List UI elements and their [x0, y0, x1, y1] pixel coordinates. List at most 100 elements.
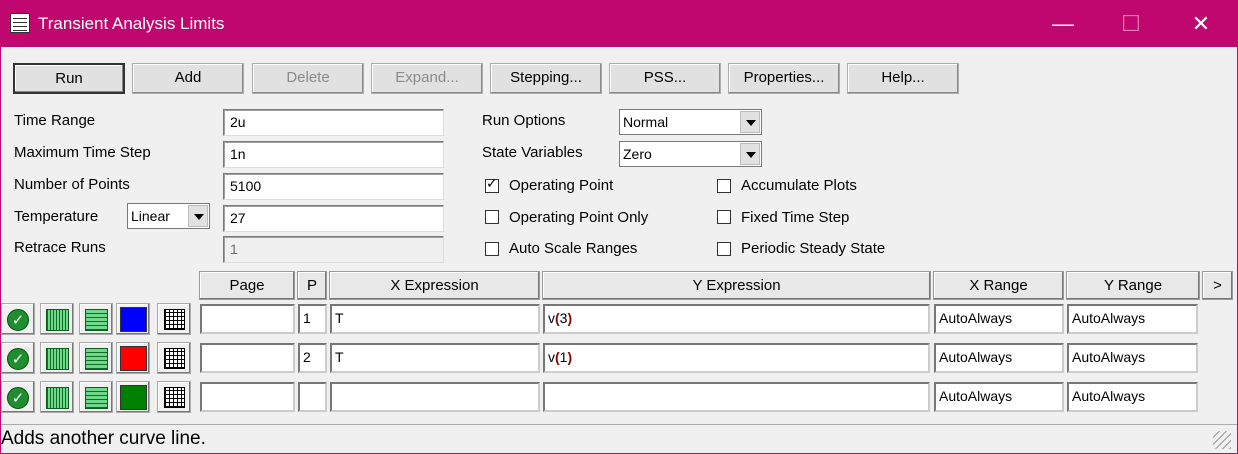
resize-grip-icon[interactable]	[1213, 431, 1231, 449]
time-range-label: Time Range	[14, 112, 96, 129]
row-1-y-expression-cell[interactable]: v(3)	[543, 304, 930, 334]
color-swatch	[120, 385, 147, 410]
properties-button[interactable]: Properties...	[728, 63, 840, 94]
row-3-x-range-cell[interactable]: AutoAlways	[934, 382, 1064, 412]
temperature-mode-value: Linear	[131, 208, 170, 224]
temperature-mode-select[interactable]: Linear	[127, 203, 210, 229]
y-function: v	[548, 349, 555, 365]
row-2-y-expression-cell[interactable]: v(1)	[543, 343, 930, 373]
row-2-page-cell[interactable]	[200, 343, 295, 373]
num-points-input[interactable]: 5100	[223, 173, 444, 200]
pss-button[interactable]: PSS...	[609, 63, 721, 94]
row-3-y-expression-cell[interactable]	[543, 382, 930, 412]
row-1-y-range-cell[interactable]: AutoAlways	[1067, 304, 1198, 334]
table-row-1-hgrid[interactable]	[79, 303, 113, 335]
color-swatch	[120, 346, 147, 371]
table-row-3-vgrid[interactable]	[40, 381, 74, 413]
header-x-expression[interactable]: X Expression	[329, 271, 540, 300]
operating-point-only-label[interactable]: Operating Point Only	[509, 209, 648, 226]
header-y-range[interactable]: Y Range	[1066, 271, 1200, 300]
row-1-x-range-cell[interactable]: AutoAlways	[934, 304, 1064, 334]
horizontal-grid-icon	[85, 387, 108, 409]
auto-scale-ranges-checkbox[interactable]	[485, 242, 499, 256]
minimize-icon[interactable]: —	[1040, 8, 1086, 40]
table-row-2-enable[interactable]: ✓	[1, 342, 35, 374]
add-button[interactable]: Add	[132, 63, 244, 94]
operating-point-only-checkbox[interactable]	[485, 210, 499, 224]
row-3-y-range-cell[interactable]: AutoAlways	[1067, 382, 1198, 412]
status-text: Adds another curve line.	[1, 428, 206, 449]
table-row-1-vgrid[interactable]	[40, 303, 74, 335]
window-title: Transient Analysis Limits	[38, 14, 225, 33]
table-row-3-table[interactable]	[157, 381, 191, 413]
header-x-range[interactable]: X Range	[933, 271, 1064, 300]
num-points-label: Number of Points	[14, 176, 130, 193]
operating-point-label[interactable]: Operating Point	[509, 177, 613, 194]
state-variables-label: State Variables	[482, 144, 583, 161]
header-p[interactable]: P	[297, 271, 327, 300]
retrace-runs-input[interactable]: 1	[223, 236, 444, 263]
row-3-page-cell[interactable]	[200, 382, 295, 412]
row-1-x-expression-cell[interactable]: T	[330, 304, 540, 334]
maximize-icon[interactable]: ☐	[1108, 8, 1154, 40]
fixed-time-step-label[interactable]: Fixed Time Step	[741, 209, 849, 226]
max-time-step-input[interactable]: 1n	[223, 141, 444, 168]
delete-button[interactable]: Delete	[252, 63, 364, 94]
run-options-select[interactable]: Normal	[619, 109, 762, 135]
header-y-expression[interactable]: Y Expression	[542, 271, 931, 300]
row-3-x-expression-cell[interactable]	[330, 382, 540, 412]
table-icon	[164, 387, 185, 408]
title-bar[interactable]: Transient Analysis Limits — ☐ ✕	[0, 0, 1238, 47]
vertical-grid-icon	[46, 387, 69, 409]
chevron-down-icon[interactable]	[740, 143, 760, 165]
operating-point-checkbox[interactable]	[485, 176, 499, 193]
fixed-time-step-checkbox[interactable]	[717, 210, 731, 224]
table-row-2-color[interactable]	[116, 342, 150, 374]
check-circle-icon: ✓	[7, 348, 29, 370]
table-row-3-enable[interactable]: ✓	[1, 381, 35, 413]
close-icon[interactable]: ✕	[1178, 8, 1224, 40]
stepping-button[interactable]: Stepping...	[490, 63, 602, 94]
row-1-p-cell[interactable]: 1	[298, 304, 327, 334]
run-button[interactable]: Run	[13, 63, 125, 94]
row-2-x-range-cell[interactable]: AutoAlways	[934, 343, 1064, 373]
table-row-2-table[interactable]	[157, 342, 191, 374]
row-3-p-cell[interactable]	[298, 382, 327, 412]
y-function: v	[548, 310, 555, 326]
header-page[interactable]: Page	[199, 271, 295, 300]
state-variables-select[interactable]: Zero	[619, 141, 762, 167]
table-row-2-vgrid[interactable]	[40, 342, 74, 374]
row-2-y-range-cell[interactable]: AutoAlways	[1067, 343, 1198, 373]
accumulate-plots-label[interactable]: Accumulate Plots	[741, 177, 857, 194]
chevron-down-icon[interactable]	[740, 111, 760, 133]
time-range-input[interactable]: 2u	[223, 109, 444, 136]
table-row-3-hgrid[interactable]	[79, 381, 113, 413]
periodic-steady-state-label[interactable]: Periodic Steady State	[741, 240, 885, 257]
temperature-label: Temperature	[14, 208, 99, 225]
table-row-2-hgrid[interactable]	[79, 342, 113, 374]
accumulate-plots-checkbox[interactable]	[717, 179, 731, 193]
table-row-1-enable[interactable]: ✓	[1, 303, 35, 335]
help-button[interactable]: Help...	[847, 63, 959, 94]
row-2-p-cell[interactable]: 2	[298, 343, 327, 373]
auto-scale-ranges-label[interactable]: Auto Scale Ranges	[509, 240, 637, 257]
table-row-3-color[interactable]	[116, 381, 150, 413]
app-icon	[10, 13, 30, 33]
table-icon	[164, 348, 185, 369]
table-row-1-color[interactable]	[116, 303, 150, 335]
dialog-client: Run Add Delete Expand... Stepping... PSS…	[1, 47, 1237, 453]
horizontal-grid-icon	[85, 348, 108, 370]
horizontal-grid-icon	[85, 309, 108, 331]
table-row-1-table[interactable]	[157, 303, 191, 335]
row-2-x-expression-cell[interactable]: T	[330, 343, 540, 373]
max-time-step-label: Maximum Time Step	[14, 144, 151, 161]
chevron-down-icon[interactable]	[188, 205, 208, 227]
status-bar: Adds another curve line.	[1, 424, 1237, 453]
row-1-page-cell[interactable]	[200, 304, 295, 334]
scroll-columns-button[interactable]: >	[1202, 271, 1233, 300]
vertical-grid-icon	[46, 309, 69, 331]
expand-button[interactable]: Expand...	[371, 63, 483, 94]
check-circle-icon: ✓	[7, 309, 29, 331]
temperature-input[interactable]: 27	[223, 205, 444, 232]
periodic-steady-state-checkbox[interactable]	[717, 242, 731, 256]
